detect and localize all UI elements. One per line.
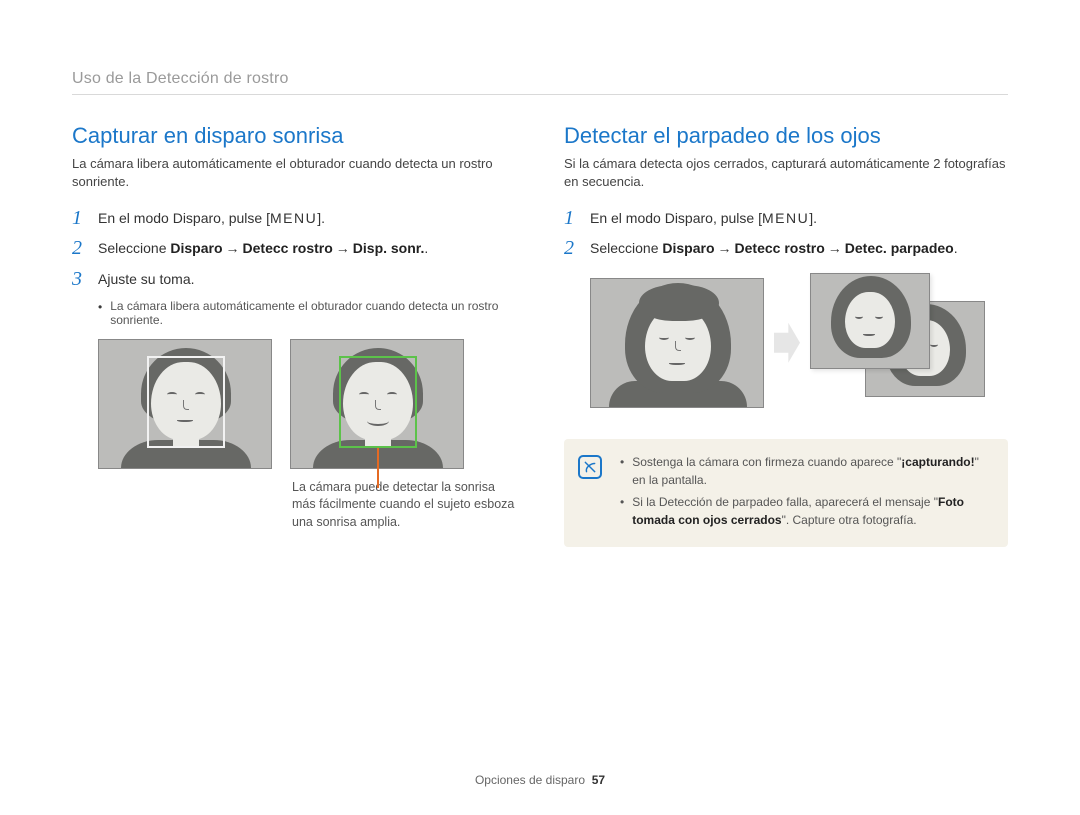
text: . <box>954 240 958 256</box>
note-box: Sostenga la cámara con firmeza cuando ap… <box>564 439 1008 547</box>
bullet-text: La cámara libera automáticamente el obtu… <box>110 299 516 327</box>
menu-path-item: Detecc rostro <box>735 240 825 256</box>
section-heading-blink: Detectar el parpadeo de los ojos <box>564 123 1008 149</box>
text: ]. <box>317 210 325 226</box>
text: ]. <box>809 210 817 226</box>
callout-line <box>377 448 379 488</box>
arrow-icon: → <box>333 240 353 256</box>
blink-sequence-pair <box>810 273 1000 413</box>
sub-bullet: • La cámara libera automáticamente el ob… <box>98 299 516 327</box>
menu-path-item: Disparo <box>170 240 222 256</box>
example-photo-smile <box>290 339 464 469</box>
step-body: Ajuste su toma. <box>98 269 195 289</box>
section-heading-smile: Capturar en disparo sonrisa <box>72 123 516 149</box>
text: Si la Detección de parpadeo falla, apare… <box>632 495 938 509</box>
step-body: En el modo Disparo, pulse [MENU]. <box>98 208 325 228</box>
step-body: Seleccione Disparo→Detecc rostro→Disp. s… <box>98 238 428 258</box>
step-1: 1 En el modo Disparo, pulse [MENU]. <box>72 208 516 228</box>
two-column-layout: Capturar en disparo sonrisa La cámara li… <box>72 123 1008 547</box>
blink-photo-large <box>590 278 764 408</box>
blink-example-photos <box>590 273 1008 413</box>
arrow-icon: → <box>715 240 735 256</box>
note-icon <box>578 455 602 479</box>
footer-section: Opciones de disparo <box>475 773 585 787</box>
text: Seleccione <box>590 240 662 256</box>
text: . <box>424 240 428 256</box>
text: ". Capture otra fotografía. <box>782 513 917 527</box>
note-item: Si la Detección de parpadeo falla, apare… <box>620 493 992 529</box>
step-3: 3 Ajuste su toma. <box>72 269 516 289</box>
step-2: 2 Seleccione Disparo→Detecc rostro→Disp.… <box>72 238 516 258</box>
step-number: 1 <box>564 208 580 228</box>
menu-path-item: Disp. sonr. <box>353 240 425 256</box>
example-photos <box>98 339 516 469</box>
menu-path-item: Detec. parpadeo <box>845 240 954 256</box>
menu-path-item: Disparo <box>662 240 714 256</box>
arrow-icon: → <box>825 240 845 256</box>
manual-page: Uso de la Detección de rostro Capturar e… <box>0 0 1080 815</box>
step-number: 2 <box>72 238 88 258</box>
text: Seleccione <box>98 240 170 256</box>
step-1: 1 En el modo Disparo, pulse [MENU]. <box>564 208 1008 228</box>
step-number: 1 <box>72 208 88 228</box>
blink-photo-small-1 <box>810 273 930 369</box>
page-number: 57 <box>592 773 605 787</box>
emphasis: ¡capturando! <box>901 455 974 469</box>
step-number: 2 <box>564 238 580 258</box>
photo-caption: La cámara puede detectar la sonrisa más … <box>292 479 516 532</box>
menu-button-label: MENU <box>270 210 317 226</box>
intro-text: Si la cámara detecta ojos cerrados, capt… <box>564 155 1008 190</box>
menu-button-label: MENU <box>762 210 809 226</box>
breadcrumb: Uso de la Detección de rostro <box>72 70 1008 95</box>
bullet-dot: • <box>98 299 102 327</box>
text: En el modo Disparo, pulse [ <box>98 210 270 226</box>
step-body: En el modo Disparo, pulse [MENU]. <box>590 208 817 228</box>
menu-path-item: Detecc rostro <box>243 240 333 256</box>
step-2: 2 Seleccione Disparo→Detecc rostro→Detec… <box>564 238 1008 258</box>
focus-frame-white <box>147 356 225 448</box>
text: En el modo Disparo, pulse [ <box>590 210 762 226</box>
page-footer: Opciones de disparo 57 <box>0 773 1080 787</box>
left-column: Capturar en disparo sonrisa La cámara li… <box>72 123 516 547</box>
arrow-icon: → <box>223 240 243 256</box>
example-photo-neutral <box>98 339 272 469</box>
note-item: Sostenga la cámara con firmeza cuando ap… <box>620 453 992 489</box>
step-number: 3 <box>72 269 88 289</box>
step-body: Seleccione Disparo→Detecc rostro→Detec. … <box>590 238 958 258</box>
intro-text: La cámara libera automáticamente el obtu… <box>72 155 516 190</box>
sequence-arrow-icon <box>774 323 800 363</box>
right-column: Detectar el parpadeo de los ojos Si la c… <box>564 123 1008 547</box>
focus-frame-green <box>339 356 417 448</box>
text: Sostenga la cámara con firmeza cuando ap… <box>632 455 901 469</box>
